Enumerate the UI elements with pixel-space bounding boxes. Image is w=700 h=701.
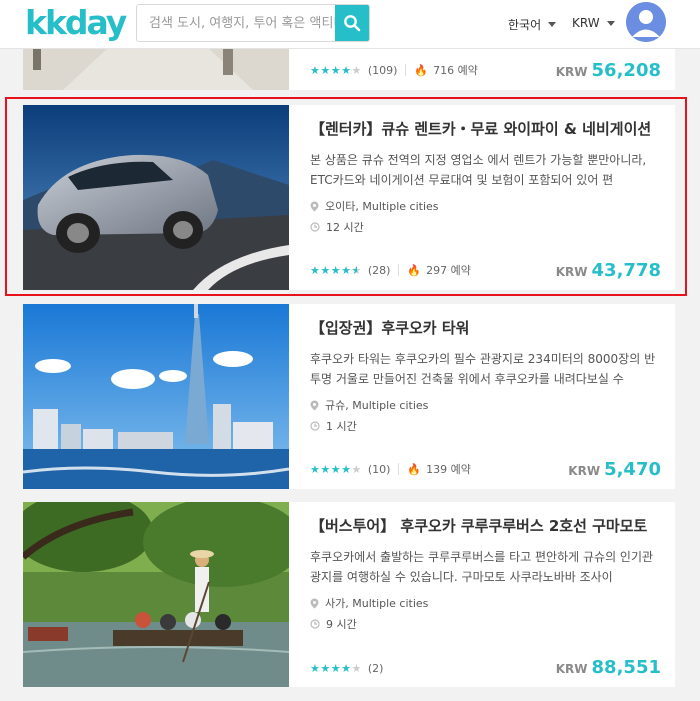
- product-description: 본 상품은 큐슈 전역의 지정 영업소 에서 렌트가 가능할 뿐만아니라, ET…: [310, 153, 647, 187]
- product-description: 후쿠오카 타워는 후쿠오카의 필수 관광지로 234미터의 8000장의 반투명…: [310, 352, 656, 386]
- product-image[interactable]: [23, 304, 289, 489]
- clock-icon: [310, 421, 320, 431]
- product-image[interactable]: [23, 502, 289, 687]
- language-label: 한국어: [508, 18, 542, 32]
- rating-row: ★★★★★ (10) 🔥 139 예약: [310, 461, 471, 477]
- price-currency: KRW: [555, 662, 588, 676]
- chevron-down-icon: [548, 22, 557, 27]
- product-duration: 12 시간: [326, 221, 364, 234]
- price: KRW 43,778: [556, 260, 661, 281]
- fire-icon: 🔥: [407, 462, 422, 476]
- star-rating: ★★★★★: [310, 63, 362, 77]
- search-button[interactable]: [335, 5, 369, 41]
- currency-label: KRW: [572, 16, 600, 30]
- product-card[interactable]: 【렌터카】큐슈 렌트카・무료 와이파이 & 네비게이션 본 상품은 큐슈 전역의…: [23, 105, 675, 290]
- language-dropdown[interactable]: 한국어: [508, 16, 557, 33]
- rating-count: (109): [367, 63, 398, 77]
- chevron-down-icon: [606, 20, 615, 26]
- product-location: 사가, Multiple cities: [325, 597, 429, 610]
- rating-count: (28): [367, 263, 391, 277]
- product-location: 오이타, Multiple cities: [325, 200, 439, 213]
- duration-row: 9 시간: [310, 616, 357, 632]
- product-duration: 1 시간: [326, 420, 357, 433]
- product-location: 규슈, Multiple cities: [325, 399, 429, 412]
- price-currency: KRW: [555, 65, 588, 79]
- product-info: 【입장권】후쿠오카 타워 후쿠오카 타워는 후쿠오카의 필수 관광지로 234미…: [289, 304, 675, 489]
- product-description: 후쿠오카에서 출발하는 쿠루쿠루버스를 타고 편안하게 규슈의 인기관광지를 여…: [310, 550, 654, 584]
- currency-dropdown[interactable]: KRW: [572, 16, 615, 30]
- booking-count: 716 예약: [433, 64, 478, 77]
- location-pin-icon: [310, 598, 319, 608]
- product-title[interactable]: 【렌터카】큐슈 렌트카・무료 와이파이 & 네비게이션: [310, 119, 665, 139]
- clock-icon: [310, 222, 320, 232]
- product-info: 【버스투어】 후쿠오카 쿠루쿠루버스 2호선 구마모토 후쿠오카에서 출발하는 …: [289, 502, 675, 687]
- star-rating: ★★★★★: [310, 462, 362, 476]
- price-amount: 5,470: [604, 459, 661, 480]
- duration-row: 12 시간: [310, 219, 364, 235]
- product-title[interactable]: 【버스투어】 후쿠오카 쿠루쿠루버스 2호선 구마모토: [310, 516, 665, 536]
- rating-row: ★★★★★ (109) 🔥 716 예약: [310, 62, 478, 78]
- kkday-logo[interactable]: kkday: [25, 4, 127, 42]
- price-amount: 43,778: [591, 260, 661, 281]
- booking-count: 297 예약: [426, 264, 471, 277]
- location-row: 오이타, Multiple cities: [310, 198, 439, 214]
- rating-count: (2): [367, 662, 384, 675]
- fire-icon: 🔥: [414, 63, 429, 77]
- rating-row: ★★★★★ (2): [310, 662, 383, 675]
- user-icon: [626, 2, 666, 42]
- product-card[interactable]: 【버스투어】 후쿠오카 쿠루쿠루버스 2호선 구마모토 후쿠오카에서 출발하는 …: [23, 502, 675, 687]
- price: KRW 5,470: [568, 459, 661, 480]
- duration-row: 1 시간: [310, 418, 357, 434]
- price-amount: 88,551: [591, 657, 661, 678]
- price-currency: KRW: [555, 265, 588, 279]
- user-avatar[interactable]: [626, 2, 666, 42]
- divider: [405, 64, 407, 76]
- search-icon: [344, 15, 361, 32]
- location-pin-icon: [310, 201, 319, 211]
- location-row: 사가, Multiple cities: [310, 595, 428, 611]
- product-image[interactable]: [23, 105, 289, 290]
- product-card[interactable]: 【입장권】후쿠오카 타워 후쿠오카 타워는 후쿠오카의 필수 관광지로 234미…: [23, 304, 675, 489]
- price: KRW 88,551: [556, 657, 661, 678]
- price: KRW 56,208: [556, 60, 661, 81]
- location-pin-icon: [310, 400, 319, 410]
- location-row: 규슈, Multiple cities: [310, 397, 428, 413]
- rating-row: ★★★★★★ (28) 🔥 297 예약: [310, 262, 471, 278]
- divider: [398, 463, 400, 475]
- rating-count: (10): [367, 462, 391, 476]
- product-title[interactable]: 【입장권】후쿠오카 타워: [310, 318, 665, 338]
- clock-icon: [310, 619, 320, 629]
- price-currency: KRW: [568, 464, 601, 478]
- star-rating: ★★★★★: [310, 662, 362, 675]
- search-input[interactable]: [137, 5, 337, 41]
- divider: [398, 264, 400, 276]
- product-info: 【렌터카】큐슈 렌트카・무료 와이파이 & 네비게이션 본 상품은 큐슈 전역의…: [289, 105, 675, 290]
- price-amount: 56,208: [591, 60, 661, 81]
- star-rating: ★★★★★★: [310, 263, 362, 277]
- search-box: [136, 4, 370, 42]
- booking-count: 139 예약: [426, 463, 471, 476]
- top-header: kkday 한국어 KRW: [0, 0, 700, 49]
- product-duration: 9 시간: [326, 618, 357, 631]
- fire-icon: 🔥: [407, 263, 422, 277]
